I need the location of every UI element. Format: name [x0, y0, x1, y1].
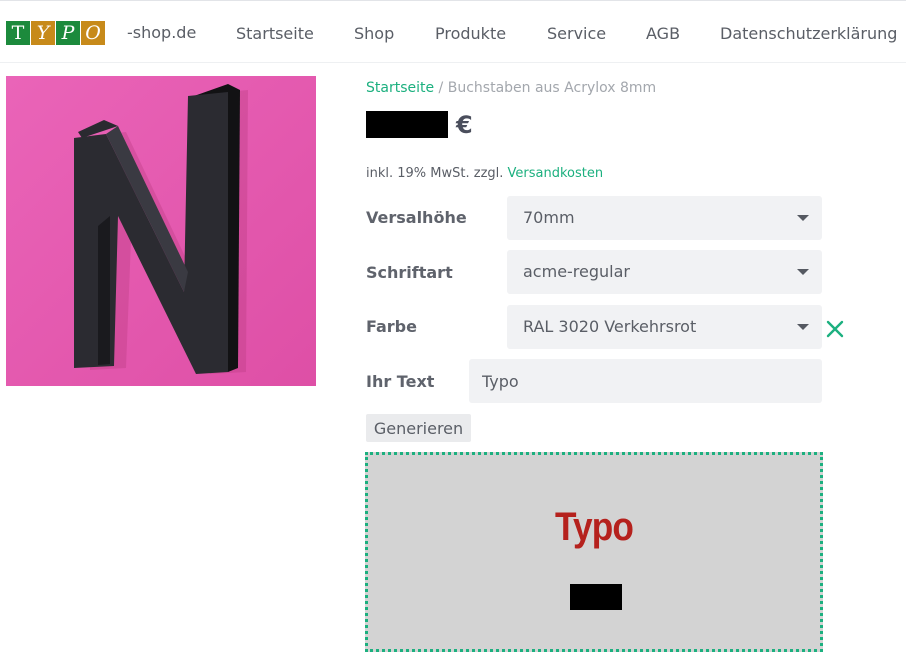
redacted-preview-info — [570, 584, 622, 610]
ihr-text-label: Ihr Text — [366, 372, 435, 391]
versalhoehe-select[interactable]: 70mm — [507, 196, 822, 240]
chevron-down-icon — [797, 269, 809, 275]
nav-startseite[interactable]: Startseite — [236, 24, 314, 43]
close-icon[interactable] — [824, 318, 846, 340]
redacted-price — [366, 111, 448, 138]
nav-shop[interactable]: Shop — [354, 24, 394, 43]
versalhoehe-label: Versalhöhe — [366, 208, 467, 227]
generate-button[interactable]: Generieren — [366, 414, 471, 442]
versalhoehe-value: 70mm — [523, 208, 575, 227]
product-image[interactable] — [6, 76, 316, 386]
nav-produkte[interactable]: Produkte — [435, 24, 506, 43]
text-preview: Typo — [365, 452, 823, 652]
schriftart-select[interactable]: acme-regular — [507, 250, 822, 294]
tax-info: inkl. 19% MwSt. zzgl. Versandkosten — [366, 166, 603, 181]
site-header: T Y P O -shop.de Startseite Shop Produkt… — [0, 1, 906, 63]
shipping-link[interactable]: Versandkosten — [508, 166, 604, 181]
schriftart-label: Schriftart — [366, 263, 453, 282]
chevron-down-icon — [797, 215, 809, 221]
site-logo[interactable]: T Y P O — [6, 21, 106, 45]
farbe-value: RAL 3020 Verkehrsrot — [523, 317, 697, 336]
breadcrumb-home[interactable]: Startseite — [366, 80, 434, 96]
breadcrumb-current: Buchstaben aus Acrylox 8mm — [447, 80, 657, 96]
logo-letter: Y — [31, 21, 55, 45]
logo-letter: O — [81, 21, 105, 45]
farbe-label: Farbe — [366, 317, 417, 336]
breadcrumb-separator: / — [434, 80, 448, 96]
breadcrumb: Startseite / Buchstaben aus Acrylox 8mm — [366, 80, 656, 96]
logo-letter: P — [56, 21, 80, 45]
product-price: € — [366, 110, 473, 139]
logo-suffix[interactable]: -shop.de — [127, 23, 196, 42]
nav-datenschutz[interactable]: Datenschutzerklärung — [720, 24, 897, 43]
nav-agb[interactable]: AGB — [646, 24, 680, 43]
farbe-select[interactable]: RAL 3020 Verkehrsrot — [507, 305, 822, 349]
preview-text: Typo — [555, 505, 634, 549]
logo-letter: T — [6, 21, 30, 45]
nav-service[interactable]: Service — [547, 24, 606, 43]
text-input[interactable] — [469, 359, 822, 403]
currency-symbol: € — [456, 110, 473, 139]
schriftart-value: acme-regular — [523, 262, 630, 281]
tax-text: inkl. 19% MwSt. zzgl. — [366, 166, 508, 181]
letter-n-image — [6, 76, 316, 386]
chevron-down-icon — [797, 324, 809, 330]
